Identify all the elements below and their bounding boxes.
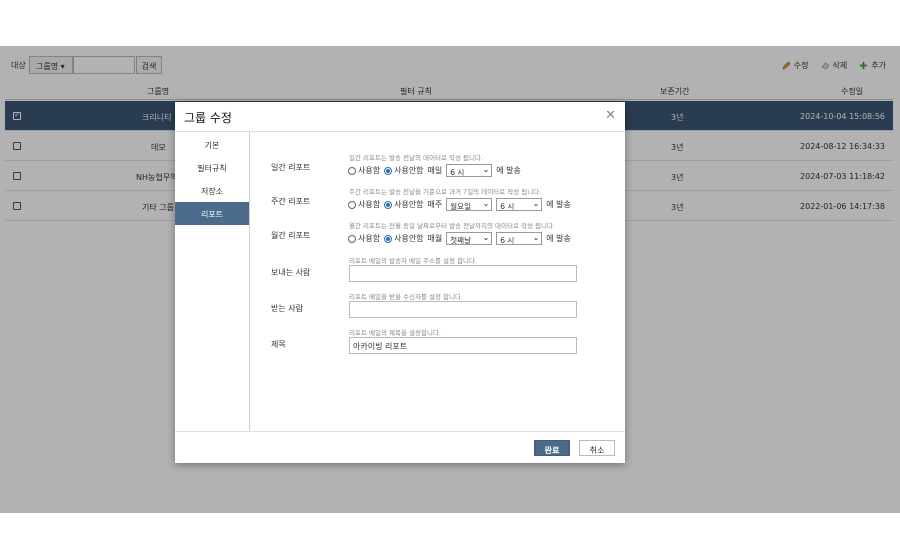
daily-suffix: 에 발송 (496, 166, 521, 175)
weekly-nouse-label: 사용안함 (394, 200, 424, 209)
weekly-report-hint: 주간 리포트는 발송 전날을 기준으로 과거 7일의 데이터로 작성 됩니다. (349, 188, 542, 196)
weekly-use-label: 사용함 (358, 200, 381, 209)
weekly-report-options: 사용함 사용안함 매주 월요일 ⌄ 6 시 ⌄ 에 발송 (348, 198, 571, 211)
monthly-suffix: 에 발송 (546, 234, 571, 243)
chevron-down-icon: ⌄ (532, 199, 540, 208)
dialog-footer: 완료 취소 (175, 431, 625, 463)
monthly-hour-value: 6 시 (500, 236, 515, 245)
daily-nouse-label: 사용안함 (394, 166, 424, 175)
nav-item-filter-rule[interactable]: 필터규칙 (175, 156, 249, 179)
weekly-use-radio[interactable] (348, 200, 356, 209)
dialog-title: 그룹 수정 (184, 111, 232, 125)
weekly-hour-value: 6 시 (500, 202, 515, 211)
weekly-hour-select[interactable]: 6 시 ⌄ (496, 198, 543, 211)
monthly-report-options: 사용함 사용안함 매월 첫째날 ⌄ 6 시 ⌄ 에 발송 (348, 232, 571, 245)
subject-hint: 리포트 메일의 제목을 설정합니다. (349, 329, 441, 337)
weekly-nouse-radio[interactable] (384, 200, 393, 209)
monthly-freq-label: 매월 (427, 234, 443, 243)
daily-report-options: 사용함 사용안함 매일 6 시 ⌄ 에 발송 (348, 164, 521, 177)
nav-item-storage[interactable]: 저장소 (175, 179, 249, 202)
ok-button[interactable]: 완료 (534, 440, 570, 456)
monthly-day-value: 첫째날 (450, 236, 471, 245)
daily-report-label: 일간 리포트 (271, 163, 311, 172)
monthly-nouse-radio[interactable] (384, 234, 393, 243)
nav-item-basic[interactable]: 기본 (175, 133, 249, 156)
monthly-report-hint: 월간 리포트는 전월 동일 날짜로부터 발송 전날까지의 데이터로 작성 됩니다… (349, 222, 556, 230)
monthly-use-label: 사용함 (358, 234, 381, 243)
weekly-suffix: 에 발송 (546, 200, 571, 209)
chevron-down-icon: ⌄ (482, 199, 490, 208)
edit-group-dialog: 그룹 수정 ✕ 기본 필터규칙 저장소 리포트 일간 리포트 일간 리포트는 발… (175, 102, 625, 463)
weekly-day-value: 월요일 (450, 202, 471, 211)
daily-report-hint: 일간 리포트는 발송 전날의 데이터로 작성 됩니다. (349, 154, 484, 162)
receiver-label: 받는 사람 (271, 304, 303, 313)
sender-input[interactable] (349, 265, 577, 282)
weekly-report-label: 주간 리포트 (271, 197, 311, 206)
sender-label: 보내는 사람 (271, 268, 311, 277)
sender-hint: 리포트 메일의 발송자 메일 주소를 설정 합니다. (349, 257, 478, 265)
subject-input[interactable]: 아카이빙 리포트 (349, 337, 577, 354)
dialog-nav: 기본 필터규칙 저장소 리포트 (175, 132, 250, 431)
daily-use-label: 사용함 (358, 166, 381, 175)
monthly-hour-select[interactable]: 6 시 ⌄ (496, 232, 543, 245)
app-window: 대상 그룹명 ▾ 검색 수정 삭제 추가 그룹명 필터 규칙 보존기간 수정일 … (0, 46, 900, 513)
daily-use-radio[interactable] (348, 166, 356, 175)
monthly-use-radio[interactable] (348, 234, 356, 243)
daily-nouse-radio[interactable] (384, 166, 393, 175)
monthly-report-label: 월간 리포트 (271, 231, 311, 240)
subject-label: 제목 (271, 340, 286, 349)
daily-freq-label: 매일 (427, 166, 443, 175)
receiver-hint: 리포트 메일을 받을 수신자를 설정 합니다. (349, 293, 464, 301)
weekly-freq-label: 매주 (427, 200, 443, 209)
receiver-input[interactable] (349, 301, 577, 318)
monthly-day-select[interactable]: 첫째날 ⌄ (446, 232, 493, 245)
chevron-down-icon: ⌄ (532, 233, 540, 242)
weekly-day-select[interactable]: 월요일 ⌄ (446, 198, 493, 211)
daily-hour-value: 6 시 (450, 168, 465, 177)
chevron-down-icon: ⌄ (482, 233, 490, 242)
cancel-button[interactable]: 취소 (579, 440, 615, 456)
dialog-header: 그룹 수정 ✕ (175, 102, 625, 132)
nav-item-report[interactable]: 리포트 (175, 202, 249, 225)
report-settings: 일간 리포트 일간 리포트는 발송 전날의 데이터로 작성 됩니다. 사용함 사… (251, 132, 625, 431)
daily-hour-select[interactable]: 6 시 ⌄ (446, 164, 493, 177)
chevron-down-icon: ⌄ (482, 165, 490, 174)
monthly-nouse-label: 사용안함 (394, 234, 424, 243)
close-icon[interactable]: ✕ (605, 108, 616, 123)
